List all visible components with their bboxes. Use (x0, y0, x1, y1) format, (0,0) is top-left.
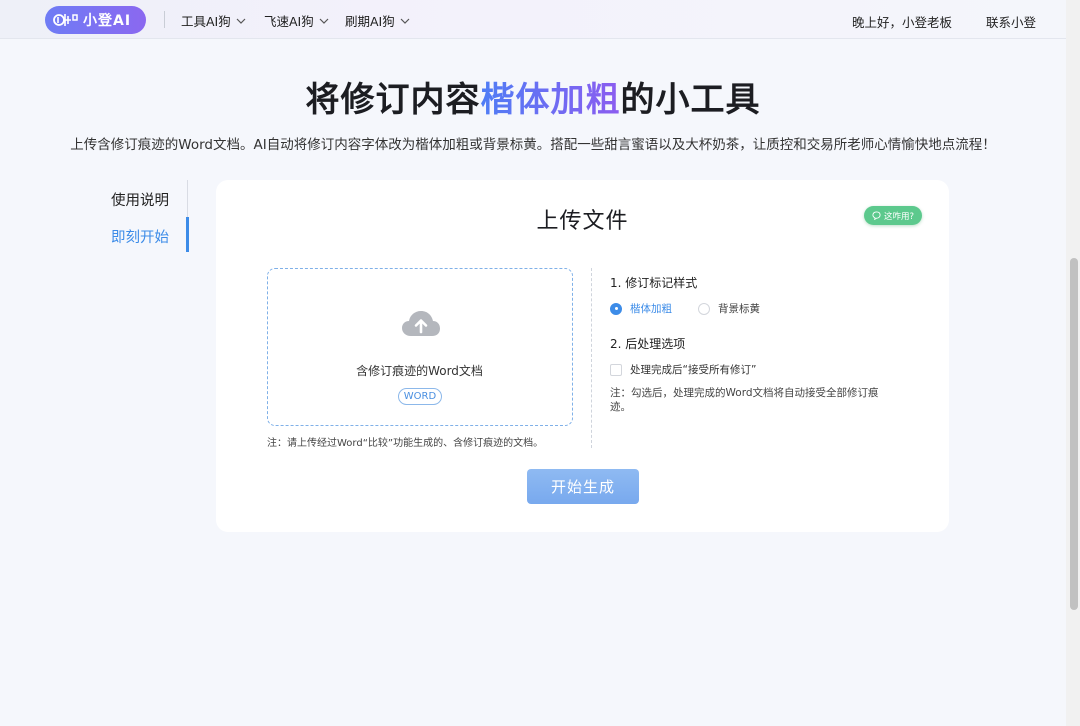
chevron-down-icon (319, 18, 329, 24)
radio-label: 背景标黄 (718, 303, 760, 315)
nav-menu-journal[interactable]: 刷期AI狗 (345, 11, 410, 30)
upload-note: 注：请上传经过Word“比较”功能生成的、含修订痕迹的文档。 (267, 438, 544, 449)
side-tab-start[interactable]: 即刻开始 (111, 226, 169, 247)
chat-bubble-icon (872, 211, 881, 220)
side-tab-instructions[interactable]: 使用说明 (111, 189, 169, 210)
dropzone-text: 含修订痕迹的Word文档 (356, 364, 483, 378)
accept-all-revisions-option[interactable]: 处理完成后“接受所有修订” (610, 362, 756, 377)
section-post-process-title: 2. 后处理选项 (610, 337, 686, 351)
help-badge-button[interactable]: 这咋用? (864, 206, 922, 225)
start-generate-button[interactable]: 开始生成 (527, 469, 639, 504)
chevron-down-icon (236, 18, 246, 24)
radio-option-kaiti-bold[interactable]: 楷体加粗 (610, 301, 672, 316)
nav-divider (164, 11, 165, 28)
contact-link[interactable]: 联系小登 (986, 12, 1036, 31)
title-prefix: 将修订内容 (305, 80, 481, 120)
scrollbar-thumb[interactable] (1070, 258, 1078, 610)
title-highlight: 楷体加粗 (480, 80, 621, 120)
cloud-upload-icon (402, 311, 440, 336)
nav-menu-label: 飞速AI狗 (264, 14, 314, 29)
checkbox-label: 处理完成后“接受所有修订” (630, 364, 757, 376)
nav-menu-speed[interactable]: 飞速AI狗 (264, 11, 329, 30)
column-divider (591, 268, 592, 448)
logo[interactable]: 小登AI (45, 6, 146, 34)
nav-menu-label: 刷期AI狗 (345, 14, 395, 29)
section-mark-style-title: 1. 修订标记样式 (610, 276, 698, 290)
page-title: 将修订内容楷体加粗的小工具 (0, 72, 1066, 121)
nav-menu-tools[interactable]: 工具AI狗 (181, 11, 246, 30)
radio-button[interactable] (610, 302, 622, 315)
upload-card: 上传文件 这咋用? 含修订痕迹的Word文档 WORD 注：请上传经过Word“… (216, 180, 949, 532)
page: 小登AI 工具AI狗 飞速AI狗 刷期AI狗 晚上好，小登老板 联系小登 将修订… (0, 0, 1080, 726)
radio-option-yellow-highlight[interactable]: 背景标黄 (698, 301, 760, 316)
help-badge-label: 这咋用? (883, 211, 914, 222)
logo-mark-icon (53, 14, 78, 26)
card-title: 上传文件 (536, 209, 629, 234)
nav-menu-label: 工具AI狗 (181, 14, 231, 29)
chevron-down-icon (400, 18, 410, 24)
file-type-tag: WORD (398, 388, 442, 405)
radio-label: 楷体加粗 (630, 303, 672, 315)
greeting-text: 晚上好，小登老板 (852, 15, 953, 30)
logo-text: 小登AI (83, 13, 132, 29)
side-tab-active-indicator (186, 217, 189, 252)
title-suffix: 的小工具 (620, 80, 761, 120)
top-nav: 小登AI 工具AI狗 飞速AI狗 刷期AI狗 晚上好，小登老板 联系小登 (0, 0, 1066, 39)
file-dropzone[interactable]: 含修订痕迹的Word文档 WORD (267, 268, 573, 426)
accept-all-checkbox[interactable] (610, 363, 622, 376)
radio-button[interactable] (698, 302, 710, 315)
page-subtitle: 上传含修订痕迹的Word文档。AI自动将修订内容字体改为楷体加粗或背景标黄。搭配… (70, 137, 996, 153)
post-process-note: 注：勾选后，处理完成的Word文档将自动接受全部修订痕迹。 (610, 387, 879, 413)
